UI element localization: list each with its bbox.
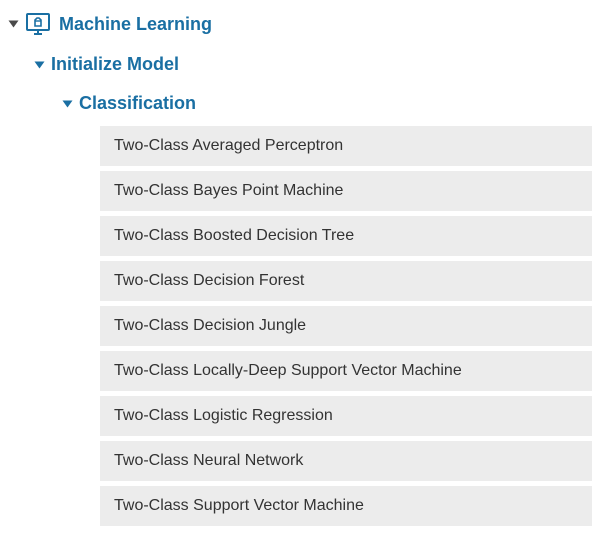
list-item[interactable]: Two-Class Neural Network	[100, 441, 592, 481]
list-item[interactable]: Two-Class Decision Forest	[100, 261, 592, 301]
list-item[interactable]: Two-Class Decision Jungle	[100, 306, 592, 346]
expand-collapse-icon	[63, 100, 73, 107]
tree-node-initialize-model[interactable]: Initialize Model	[36, 50, 592, 79]
list-item[interactable]: Two-Class Boosted Decision Tree	[100, 216, 592, 256]
list-item[interactable]: Two-Class Logistic Regression	[100, 396, 592, 436]
tree-node-label: Machine Learning	[59, 14, 212, 35]
classification-items: Two-Class Averaged Perceptron Two-Class …	[100, 126, 592, 526]
list-item[interactable]: Two-Class Locally-Deep Support Vector Ma…	[100, 351, 592, 391]
list-item[interactable]: Two-Class Averaged Perceptron	[100, 126, 592, 166]
list-item[interactable]: Two-Class Bayes Point Machine	[100, 171, 592, 211]
tree-node-label: Initialize Model	[51, 54, 179, 75]
tree-node-classification[interactable]: Classification	[64, 89, 592, 118]
tree-node-machine-learning[interactable]: Machine Learning	[10, 8, 592, 40]
tree-node-label: Classification	[79, 93, 196, 114]
expand-collapse-icon	[35, 61, 45, 68]
list-item[interactable]: Two-Class Support Vector Machine	[100, 486, 592, 526]
expand-collapse-icon	[9, 21, 19, 28]
machine-learning-icon	[25, 12, 51, 36]
